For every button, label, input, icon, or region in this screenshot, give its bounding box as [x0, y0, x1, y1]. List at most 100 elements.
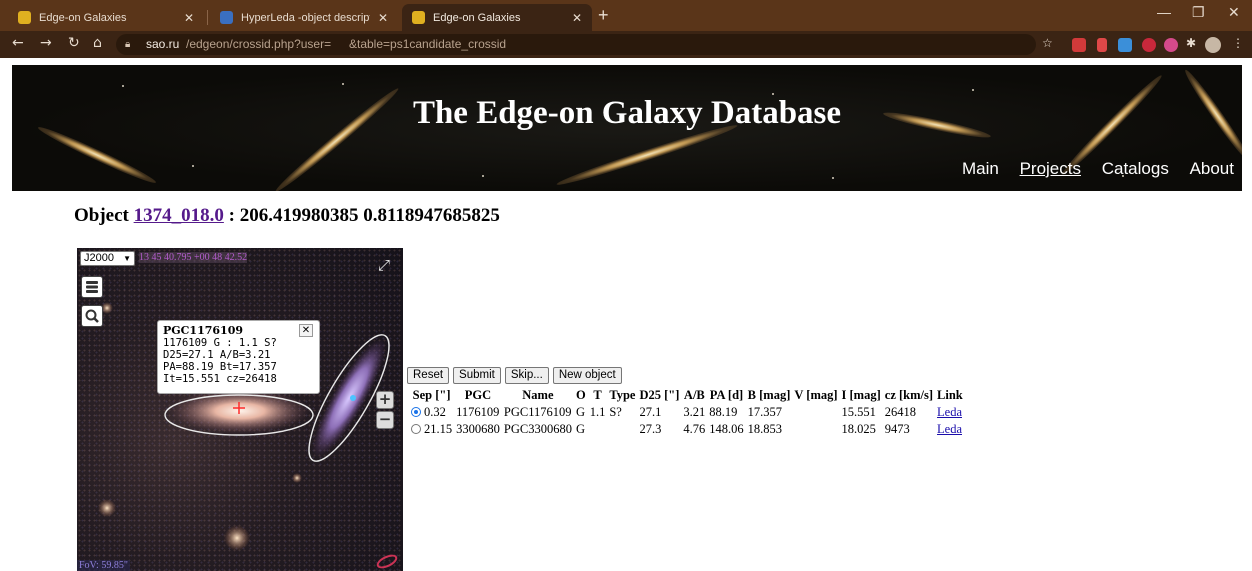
cell-v — [792, 404, 839, 421]
row-select-radio[interactable] — [411, 424, 421, 434]
cell-b: 18.853 — [747, 422, 783, 436]
nav-catalogs[interactable]: Catalogs — [1102, 159, 1169, 178]
zoom-in-button[interactable]: + — [376, 391, 394, 409]
browser-tab-3-active[interactable]: Edge-on Galaxies ✕ — [402, 4, 592, 31]
cell-cz: 26418 — [884, 405, 917, 419]
col-t: T — [593, 388, 602, 402]
nav-projects[interactable]: Projects — [1020, 159, 1081, 178]
tab-title: HyperLeda -object description — [241, 11, 370, 24]
cell-v — [792, 421, 839, 438]
cell-name: PGC1176109 — [503, 405, 572, 419]
leda-link[interactable]: Leda — [937, 422, 962, 436]
fullscreen-icon[interactable]: ⤢ — [378, 256, 390, 274]
zoom-out-button[interactable]: − — [376, 411, 394, 429]
browser-tab-bar: Edge-on Galaxies ✕ HyperLeda -object des… — [0, 0, 1252, 31]
banner-star — [972, 89, 974, 91]
popup-close-icon[interactable]: ✕ — [299, 324, 313, 337]
sky-source — [224, 525, 250, 551]
screenshot-extension-icon[interactable] — [1118, 38, 1132, 52]
layers-icon — [86, 281, 98, 293]
cell-t: 1.1 — [589, 405, 606, 419]
reset-button[interactable]: Reset — [407, 367, 450, 384]
bookmark-star-icon[interactable]: ☆ — [1042, 36, 1053, 50]
adblock-extension-icon[interactable] — [1142, 38, 1156, 52]
tab-title: Edge-on Galaxies — [39, 11, 127, 24]
close-icon[interactable]: ✕ — [378, 11, 388, 25]
profile-avatar-icon[interactable] — [1205, 37, 1221, 53]
banner-galaxy-image — [35, 122, 159, 188]
close-window-icon[interactable]: ✕ — [1228, 4, 1240, 21]
maximize-icon[interactable]: ❐ — [1192, 4, 1205, 21]
site-title: The Edge-on Galaxy Database — [412, 95, 842, 131]
puzzle-extensions-icon[interactable]: ✱ — [1186, 36, 1196, 50]
popup-object-name: PGC1176109 — [163, 324, 243, 337]
cell-o: G — [575, 422, 585, 436]
reload-icon[interactable]: ↻ — [68, 35, 80, 51]
lock-icon: 🔒︎ — [125, 39, 131, 50]
new-object-button[interactable]: New object — [552, 367, 622, 384]
col-d25: D25 ["] — [639, 388, 680, 402]
edge-on-favicon-icon — [18, 11, 31, 24]
crossid-controls: Reset Submit Skip... New object — [407, 367, 622, 384]
row-select-radio[interactable] — [411, 407, 421, 417]
col-sep: Sep ["] — [412, 388, 451, 402]
extension-icon[interactable] — [1164, 38, 1178, 52]
forward-icon[interactable]: → — [40, 35, 52, 51]
layers-button[interactable] — [81, 276, 103, 298]
home-icon[interactable]: ⌂ — [93, 35, 102, 51]
catalog-marker[interactable] — [350, 395, 356, 401]
menu-icon[interactable]: ⋮ — [1232, 36, 1244, 50]
back-icon[interactable]: ← — [12, 35, 24, 51]
skip-button[interactable]: Skip... — [504, 367, 549, 384]
tab-title: Edge-on Galaxies — [433, 11, 521, 24]
col-cz: cz [km/s] — [884, 388, 934, 402]
site-banner: The Edge-on Galaxy Database Main Project… — [12, 65, 1242, 191]
search-button[interactable] — [81, 305, 103, 327]
cell-pa: 88.19 — [709, 405, 738, 419]
close-icon[interactable]: ✕ — [572, 11, 582, 25]
fov-label: FoV: 59.85" — [77, 560, 130, 571]
col-v: V [mag] — [794, 388, 838, 402]
search-icon — [85, 309, 99, 323]
crossid-table: Sep ["] PGC Name O T Type D25 ["] A/B PA… — [409, 387, 965, 438]
object-label: Object — [74, 205, 129, 226]
popup-line: D25=27.1 A/B=3.21 — [163, 349, 271, 361]
col-type: Type — [609, 388, 636, 402]
col-ab: A/B — [683, 388, 705, 402]
address-bar[interactable]: 🔒︎ sao.ru /edgeon/crossid.php?user= &tab… — [116, 34, 1036, 55]
browser-tab-1[interactable]: Edge-on Galaxies ✕ — [8, 4, 204, 31]
mail-extension-icon[interactable] — [1072, 38, 1086, 52]
col-i: I [mag] — [841, 388, 881, 402]
banner-star — [192, 165, 194, 167]
banner-star — [342, 83, 344, 85]
close-icon[interactable]: ✕ — [184, 11, 194, 25]
popup-line: It=15.551 cz=26418 — [163, 373, 277, 385]
url-query: &table=ps1candidate_crossid — [349, 37, 507, 51]
sky-source — [98, 499, 116, 517]
new-tab-icon[interactable]: + — [598, 5, 609, 26]
site-nav: Main Projects Catalogs About — [946, 159, 1234, 179]
cell-i: 18.025 — [841, 422, 876, 436]
browser-tab-2[interactable]: HyperLeda -object description ✕ — [210, 4, 398, 31]
col-pgc: PGC — [464, 388, 492, 402]
bookmark-extension-icon[interactable] — [1097, 38, 1107, 52]
object-heading: Object 1374_018.0 : 206.419980385 0.8118… — [74, 205, 500, 227]
submit-button[interactable]: Submit — [453, 367, 501, 384]
cell-d25: 27.3 — [639, 422, 662, 436]
col-name: Name — [522, 388, 554, 402]
frame-select[interactable]: J2000 ▼ — [80, 251, 135, 266]
object-popup: PGC1176109 1176109 G : 1.1 S? D25=27.1 A… — [157, 320, 320, 394]
tab-divider — [207, 10, 208, 25]
url-path: /edgeon/crossid.php?user= — [186, 37, 332, 51]
sky-viewer[interactable]: J2000 ▼ 13 45 40.795 +00 48 42.52 ⤢ + − … — [77, 248, 403, 571]
col-o: O — [575, 388, 586, 402]
leda-link[interactable]: Leda — [937, 405, 962, 419]
object-id-link[interactable]: 1374_018.0 — [134, 205, 224, 226]
nav-main[interactable]: Main — [962, 159, 999, 178]
browser-toolbar: ← → ↻ ⌂ 🔒︎ sao.ru /edgeon/crossid.php?us… — [0, 31, 1252, 58]
col-b: B [mag] — [747, 388, 791, 402]
minimize-icon[interactable]: — — [1157, 4, 1171, 20]
nav-about[interactable]: About — [1190, 159, 1234, 178]
cell-type — [607, 421, 637, 438]
cell-ab: 3.21 — [683, 405, 706, 419]
